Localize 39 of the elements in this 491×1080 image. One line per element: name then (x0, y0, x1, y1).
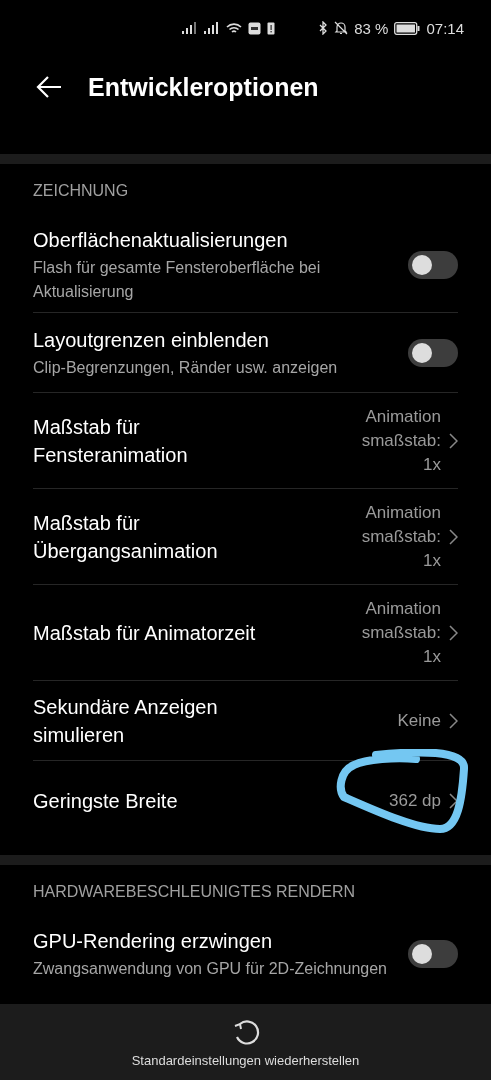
setting-value: 362 dp (388, 790, 441, 812)
setting-title: Sekundäre Anzeigen simulieren (33, 694, 219, 748)
toggle-switch[interactable] (408, 940, 458, 968)
setting-value: Animationsmaßstab: 1x (360, 405, 441, 476)
toggle-switch[interactable] (408, 251, 458, 279)
chevron-right-icon[interactable] (449, 624, 458, 641)
setting-subtitle: Zwangsanwendung von GPU für 2D-Zeichnungen (33, 959, 388, 979)
setting-value: Keine (396, 709, 441, 732)
setting-value: Animationsmaßstab: 1x (360, 597, 441, 668)
battery-icon (394, 21, 421, 35)
battery-alert-icon (267, 21, 275, 35)
chevron-right-icon[interactable] (449, 432, 458, 449)
page-title: Entwickleroptionen (88, 72, 319, 102)
battery-percentage: 83 % (354, 19, 389, 37)
setting-title: Layoutgrenzen einblenden (33, 327, 270, 353)
setting-title: Oberflächenaktualisierungen (33, 228, 289, 253)
setting-subtitle: Flash für gesamte Fensteroberfläche bei Aktualisierung (33, 258, 322, 302)
setting-subtitle: Clip-Begrenzungen, Ränder usw. anzeigen (33, 357, 339, 378)
setting-value: Animationsmaßstab: 1x (360, 501, 441, 572)
section-header: ZEICHNUNG (32, 181, 130, 201)
setting-title: Maßstab für Fensteranimation (33, 414, 189, 468)
clock: 07:14 (426, 19, 464, 37)
setting-title: Maßstab für Übergangsanimation (33, 510, 219, 564)
setting-title: Geringste Breite (33, 789, 179, 814)
app-notification-icon (248, 21, 261, 35)
back-arrow-icon[interactable] (36, 76, 62, 98)
bluetooth-icon (319, 21, 329, 35)
wifi-icon (226, 21, 242, 35)
signal-icon (204, 21, 220, 35)
setting-title: GPU-Rendering erzwingen (33, 929, 273, 954)
toggle-switch[interactable] (408, 338, 458, 367)
muted-bell-icon (334, 21, 349, 35)
signal-icon (182, 21, 198, 35)
restore-defaults-button[interactable]: Standardeinstellungen wiederherstellen (131, 1052, 360, 1068)
chevron-right-icon[interactable] (449, 528, 458, 545)
section-header: HARDWAREBESCHLEUNIGTES RENDERN (32, 882, 357, 902)
chevron-right-icon[interactable] (449, 793, 458, 809)
setting-title: Maßstab für Animatorzeit (33, 620, 257, 646)
chevron-right-icon[interactable] (449, 712, 458, 729)
